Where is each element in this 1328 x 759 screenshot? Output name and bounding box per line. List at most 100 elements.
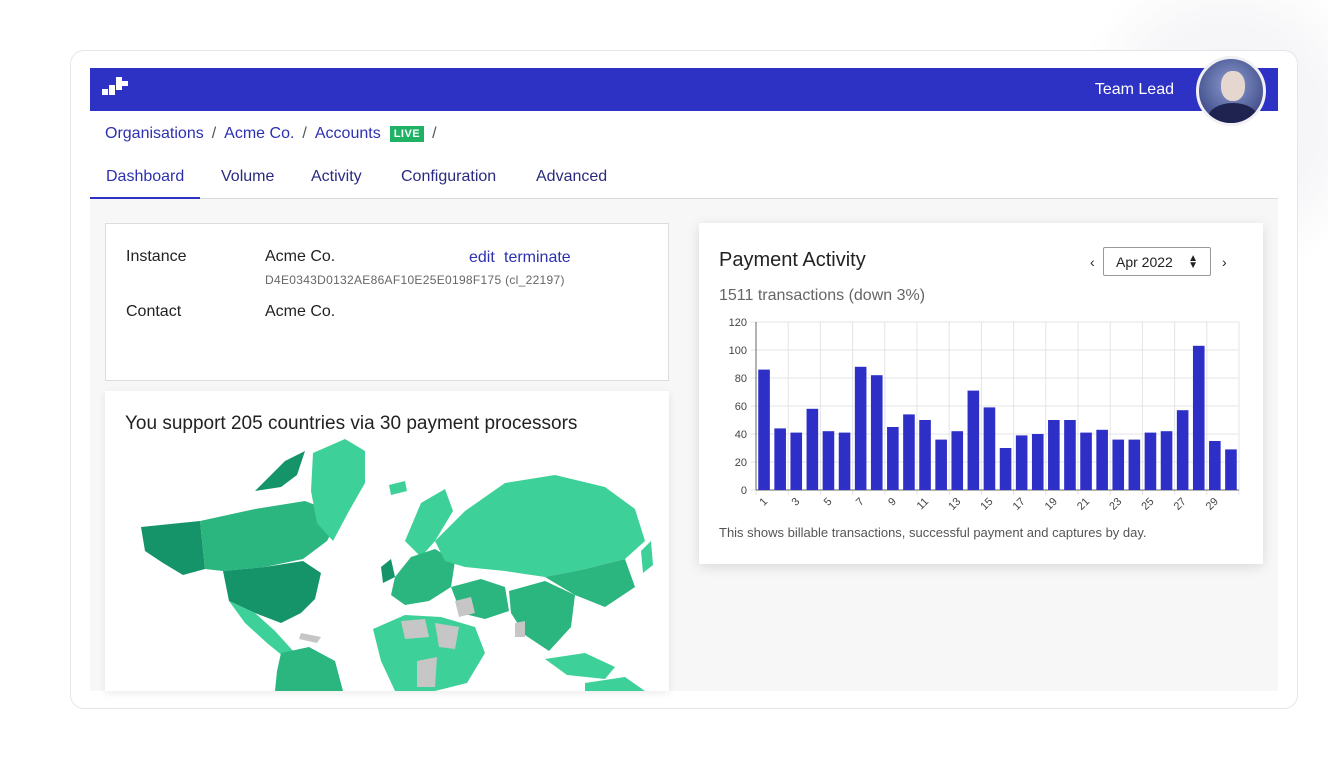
x-tick-label: 13 <box>946 496 963 513</box>
map-region-alaska[interactable] <box>141 521 205 575</box>
map-region-india[interactable] <box>509 581 575 651</box>
terminate-link[interactable]: terminate <box>504 249 571 267</box>
chart-bar[interactable] <box>919 420 931 490</box>
y-tick-label: 0 <box>741 485 747 497</box>
map-region-indonesia[interactable] <box>545 653 615 679</box>
y-tick-label: 60 <box>735 401 747 413</box>
chart-bar[interactable] <box>951 431 964 490</box>
y-tick-label: 40 <box>735 429 747 441</box>
breadcrumb-organisations[interactable]: Organisations <box>105 125 204 143</box>
chart-bar[interactable] <box>887 427 899 490</box>
x-tick-label: 1 <box>757 496 770 509</box>
coverage-title: You support 205 countries via 30 payment… <box>125 413 578 434</box>
x-tick-label: 15 <box>978 496 995 513</box>
chart-bar[interactable] <box>1160 431 1173 490</box>
chart-bar[interactable] <box>790 432 803 490</box>
breadcrumb-separator: / <box>211 125 217 142</box>
map-region-unsupported[interactable] <box>417 657 437 687</box>
map-region-japan[interactable] <box>641 541 653 573</box>
chart-bar[interactable] <box>1225 449 1237 490</box>
chart-bar[interactable] <box>935 439 947 490</box>
tab-advanced[interactable]: Advanced <box>536 168 607 199</box>
user-avatar[interactable] <box>1196 56 1266 126</box>
breadcrumb: Organisations / Acme Co. / Accounts LIVE… <box>105 125 437 143</box>
map-region-usa[interactable] <box>223 561 321 623</box>
x-tick-label: 5 <box>822 496 835 509</box>
chart-bar[interactable] <box>1176 410 1189 490</box>
instance-card: Instance Acme Co. edit terminate D4E0343… <box>105 223 669 381</box>
payment-activity-chart: 0204060801001201 3 5 7 9 11 13 15 17 19 21 23 25 27 29 <box>729 317 1240 513</box>
chart-bar[interactable] <box>1144 432 1157 490</box>
chart-bar[interactable] <box>983 407 996 490</box>
tab-activity[interactable]: Activity <box>311 168 362 199</box>
x-tick-label: 11 <box>915 496 932 513</box>
instance-value: Acme Co. <box>265 248 336 265</box>
chart-bar[interactable] <box>903 414 915 490</box>
map-region-unsupported[interactable] <box>401 619 429 639</box>
chart-footnote: This shows billable transactions, succes… <box>719 525 1147 540</box>
contact-label: Contact <box>126 303 182 320</box>
contact-value: Acme Co. <box>265 303 336 320</box>
chart-bar[interactable] <box>1048 420 1060 490</box>
tab-bar: Dashboard Volume Activity Configuration … <box>90 163 1278 199</box>
x-tick-label: 17 <box>1011 496 1028 513</box>
chart-bar[interactable] <box>967 390 980 490</box>
map-region-uk[interactable] <box>381 559 395 583</box>
map-region-south-america[interactable] <box>275 647 343 691</box>
chart-bar[interactable] <box>758 369 770 490</box>
top-navigation-bar: Team Lead <box>90 68 1278 111</box>
y-tick-label: 120 <box>729 317 747 329</box>
app-window: Team Lead Organisations / Acme Co. / Acc… <box>70 50 1298 709</box>
x-tick-label: 9 <box>886 496 899 509</box>
breadcrumb-separator: / <box>302 125 307 142</box>
x-tick-label: 21 <box>1075 496 1092 513</box>
chart-bar[interactable] <box>854 366 867 490</box>
x-tick-label: 27 <box>1172 496 1189 513</box>
chart-bar[interactable] <box>1064 420 1076 490</box>
chart-bar[interactable] <box>806 408 819 490</box>
edit-link[interactable]: edit <box>469 249 495 267</box>
chart-bar[interactable] <box>1031 434 1044 490</box>
chart-bar[interactable] <box>1096 429 1108 490</box>
instance-label: Instance <box>126 248 187 265</box>
chart-bar[interactable] <box>1128 439 1141 490</box>
chart-bar[interactable] <box>870 375 883 490</box>
chart-bar[interactable] <box>1192 345 1205 490</box>
y-tick-label: 20 <box>735 457 747 469</box>
x-tick-label: 7 <box>854 496 867 509</box>
logo-icon[interactable] <box>102 77 132 101</box>
chart-bar[interactable] <box>1080 432 1092 490</box>
x-tick-label: 3 <box>790 496 803 509</box>
world-map <box>141 439 653 691</box>
chart-bar[interactable] <box>1112 439 1125 490</box>
map-region-arctic[interactable] <box>255 451 305 491</box>
breadcrumb-acme[interactable]: Acme Co. <box>224 125 294 143</box>
payment-activity-card: Payment Activity ‹ Apr 2022 ▲ ▼ › 1511 tr… <box>699 223 1263 564</box>
map-region-unsupported[interactable] <box>515 621 525 637</box>
chart-bar[interactable] <box>774 428 786 490</box>
instance-id: D4E0343D0132AE86AF10E25E0198F175 (cl_221… <box>265 273 565 287</box>
x-tick-label: 29 <box>1204 496 1221 513</box>
coverage-map-card: You support 205 countries via 30 payment… <box>105 391 669 691</box>
tab-configuration[interactable]: Configuration <box>401 168 496 199</box>
chart-bar[interactable] <box>1015 435 1028 490</box>
map-region-iceland[interactable] <box>389 481 407 495</box>
user-role-label[interactable]: Team Lead <box>1095 81 1174 99</box>
breadcrumb-separator: / <box>432 125 437 142</box>
x-tick-label: 19 <box>1043 496 1060 513</box>
map-region-caribbean[interactable] <box>299 633 321 643</box>
tab-dashboard[interactable]: Dashboard <box>90 168 201 199</box>
live-badge: LIVE <box>389 126 425 142</box>
breadcrumb-accounts[interactable]: Accounts <box>315 125 381 143</box>
chart-bar[interactable] <box>999 448 1012 490</box>
x-tick-label: 25 <box>1139 496 1156 513</box>
y-tick-label: 100 <box>729 345 747 357</box>
y-tick-label: 80 <box>735 373 747 385</box>
chart-bar[interactable] <box>1209 441 1221 490</box>
chart-bar[interactable] <box>838 432 851 490</box>
chart-bar[interactable] <box>822 431 835 490</box>
x-tick-label: 23 <box>1107 496 1124 513</box>
map-region-australia[interactable] <box>585 677 645 691</box>
map-region-russia[interactable] <box>435 475 645 577</box>
tab-volume[interactable]: Volume <box>221 168 274 199</box>
